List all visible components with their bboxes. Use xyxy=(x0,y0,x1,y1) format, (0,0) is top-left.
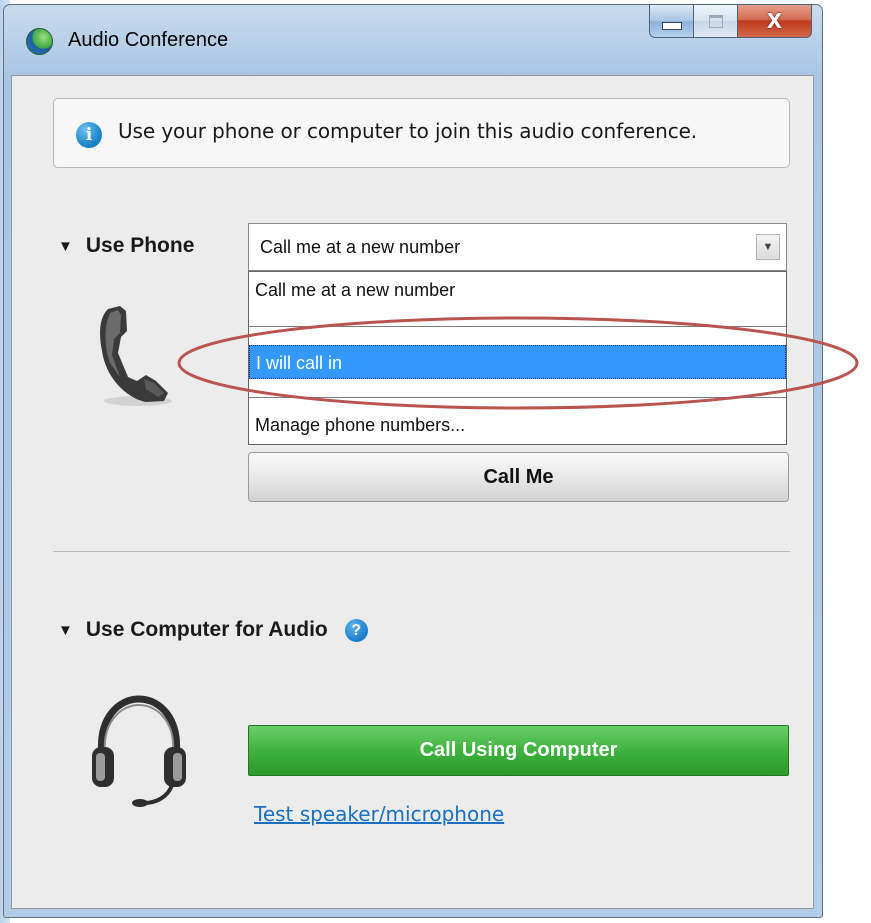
option-manage-phone-numbers[interactable]: Manage phone numbers... xyxy=(249,415,786,436)
collapse-triangle-icon[interactable]: ▼ xyxy=(58,238,73,255)
help-icon[interactable]: ? xyxy=(344,618,368,642)
maximize-icon xyxy=(708,14,723,28)
info-icon: i xyxy=(76,122,102,148)
test-speaker-microphone-link[interactable]: Test speaker/microphone xyxy=(254,802,504,826)
dialog-body: i Use your phone or computer to join thi… xyxy=(11,75,814,909)
option-separator xyxy=(249,397,786,398)
minimize-button[interactable] xyxy=(649,4,694,38)
collapse-triangle-icon[interactable]: ▼ xyxy=(58,622,73,639)
use-computer-header[interactable]: ▼ Use Computer for Audio ? xyxy=(58,618,368,642)
window-controls: X xyxy=(649,4,812,42)
title-bar[interactable]: Audio Conference X xyxy=(4,4,822,75)
close-icon: X xyxy=(766,9,783,33)
call-me-button[interactable]: Call Me xyxy=(248,452,789,502)
info-text: Use your phone or computer to join this … xyxy=(118,119,698,143)
option-separator xyxy=(249,326,786,327)
option-i-will-call-in[interactable]: I will call in xyxy=(249,345,786,379)
window-title: Audio Conference xyxy=(68,29,229,51)
use-phone-header[interactable]: ▼ Use Phone xyxy=(58,234,194,258)
maximize-button[interactable] xyxy=(694,4,738,38)
close-button[interactable]: X xyxy=(738,4,812,38)
use-phone-title: Use Phone xyxy=(85,234,195,257)
phone-handset-icon xyxy=(100,306,172,406)
phone-option-dropdown: Call me at a new number I will call in M… xyxy=(248,271,787,445)
minimize-icon xyxy=(661,22,682,30)
option-call-me-new-number[interactable]: Call me at a new number xyxy=(249,280,786,301)
section-divider xyxy=(53,551,790,552)
app-globe-icon xyxy=(26,28,53,55)
dropdown-arrow-icon[interactable]: ▼ xyxy=(756,234,780,260)
use-computer-title: Use Computer for Audio xyxy=(85,618,328,641)
headset-icon xyxy=(92,695,186,807)
call-using-computer-button[interactable]: Call Using Computer xyxy=(248,725,789,776)
phone-option-select[interactable]: Call me at a new number ▼ xyxy=(248,223,787,271)
info-banner: i Use your phone or computer to join thi… xyxy=(53,98,790,168)
select-value: Call me at a new number xyxy=(260,237,461,257)
audio-conference-window: Audio Conference X i Use your phone or c… xyxy=(3,4,823,918)
